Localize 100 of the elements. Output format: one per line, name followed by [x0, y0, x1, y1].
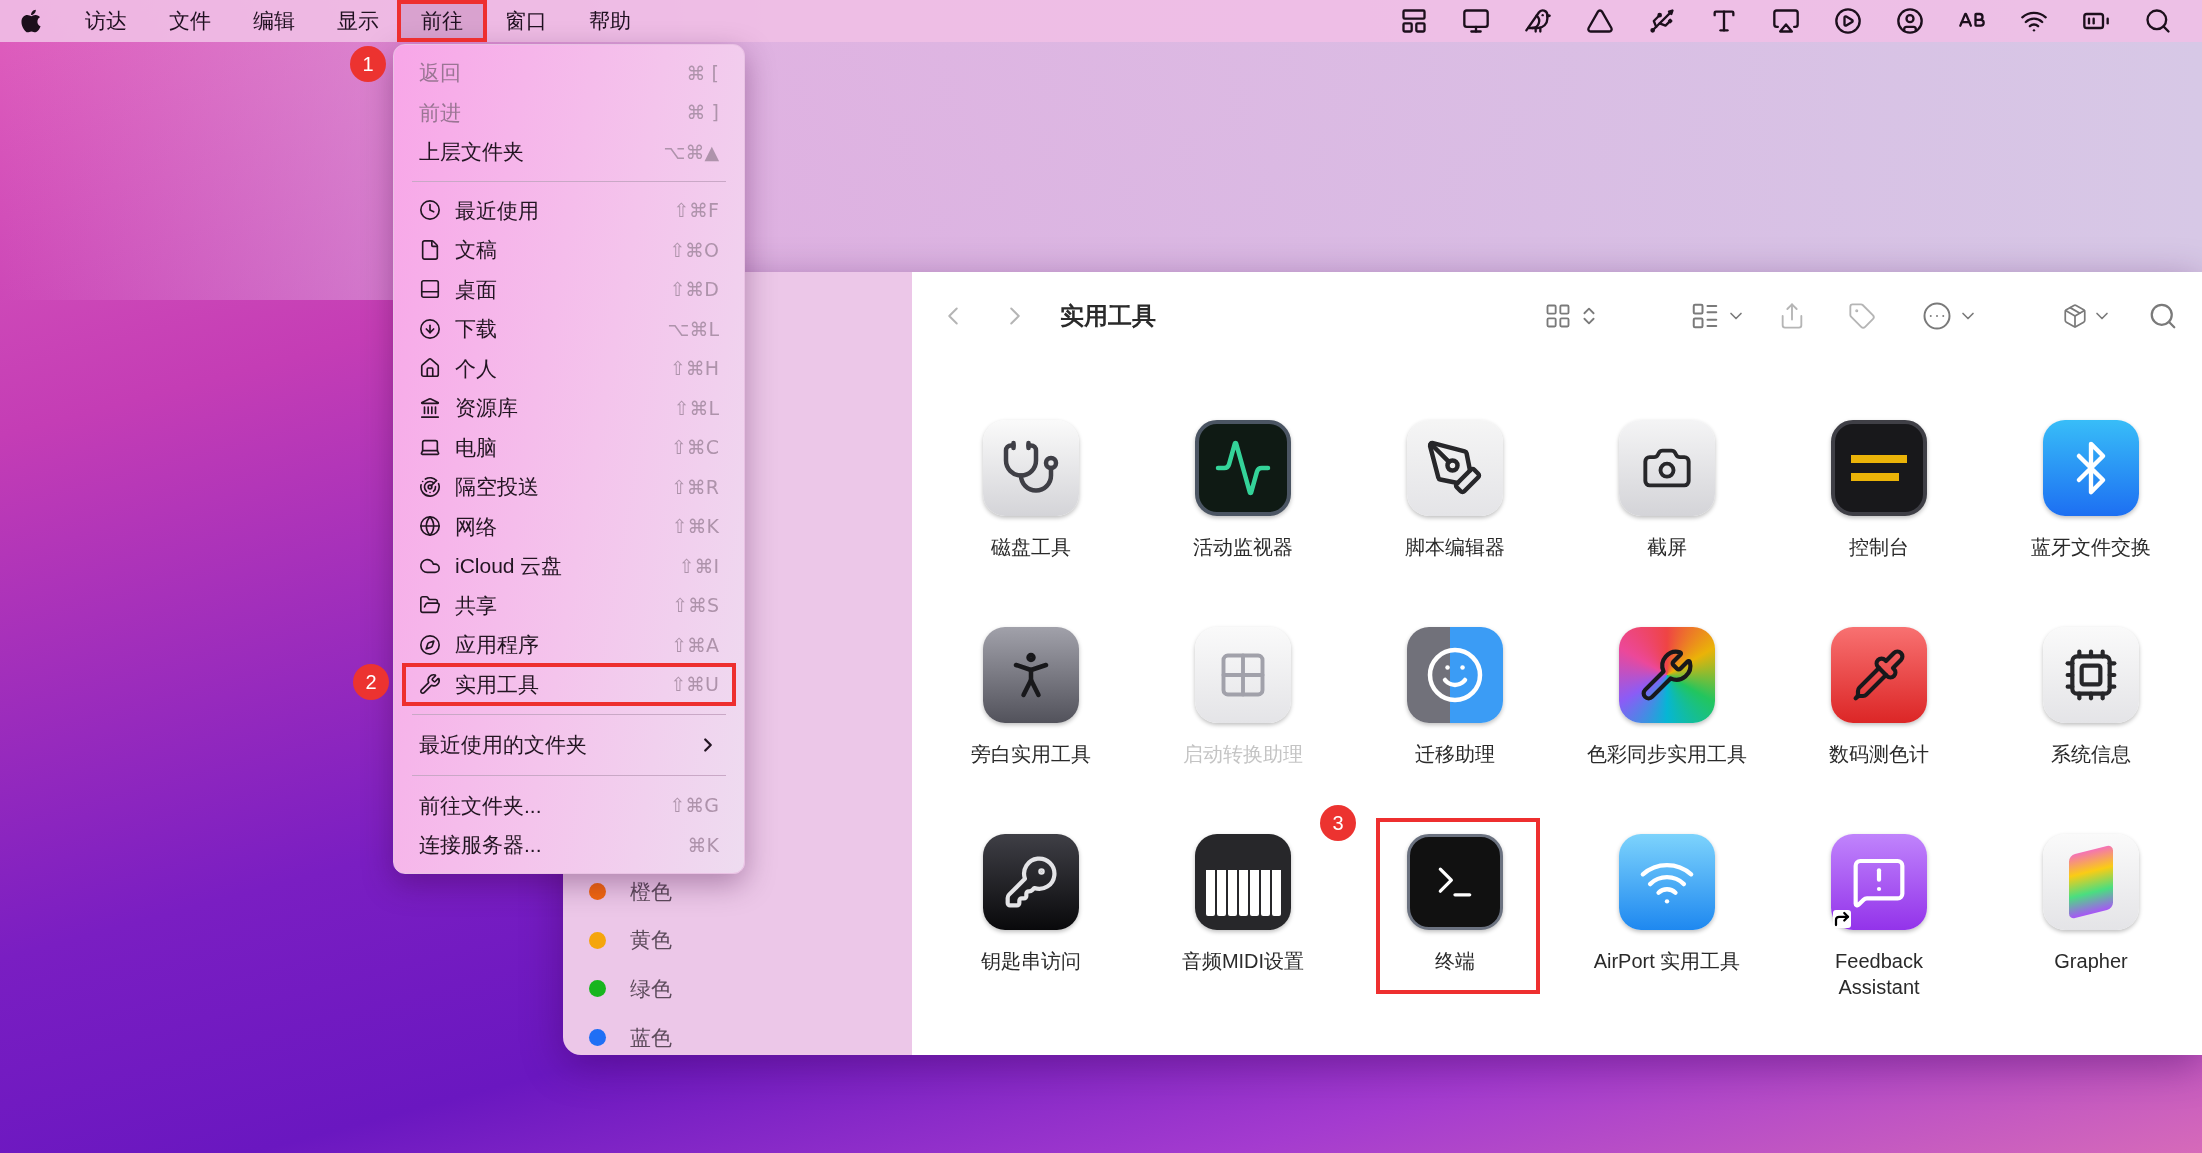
clock-icon: [419, 199, 441, 222]
sidebar-item[interactable]: 黄色: [630, 924, 672, 956]
pen-icon[interactable]: [1407, 420, 1503, 516]
menu-item[interactable]: 资源库 ⇧⌘L: [404, 388, 734, 428]
download-icon: [419, 317, 441, 340]
menu-item[interactable]: 应用程序 ⇧⌘A: [404, 625, 734, 665]
stethoscope-icon[interactable]: [983, 420, 1079, 516]
menu-item[interactable]: iCloud 云盘 ⇧⌘I: [404, 546, 734, 586]
menu-item[interactable]: 电脑 ⇧⌘C: [404, 427, 734, 467]
shortcut-label: ⌥⌘▲: [663, 139, 719, 165]
monitor-icon[interactable]: [1462, 7, 1490, 35]
face-icon[interactable]: [1407, 627, 1503, 723]
bluetooth-icon[interactable]: [2043, 420, 2139, 516]
menu-item[interactable]: 上层文件夹 ⌥⌘▲: [404, 132, 734, 172]
shortcut-label: ⇧⌘R: [670, 474, 719, 500]
box-icon[interactable]: [2062, 303, 2088, 329]
menu-item[interactable]: 实用工具 ⇧⌘U: [404, 664, 734, 704]
bird-icon[interactable]: [1524, 7, 1552, 35]
menu-item[interactable]: 下载 ⌥⌘L: [404, 309, 734, 349]
camera-icon[interactable]: [1619, 420, 1715, 516]
menu-item[interactable]: 前往文件夹... ⇧⌘G: [404, 785, 734, 825]
usb-icon[interactable]: [1648, 7, 1676, 35]
shortcut-label: ⇧⌘A: [671, 632, 719, 658]
shortcut-label: ⇧⌘H: [669, 356, 719, 381]
app-label: 系统信息: [2051, 742, 2131, 767]
app-label: 磁盘工具: [991, 535, 1071, 560]
shortcut-label: ⇧⌘D: [669, 277, 719, 302]
app-label: 截屏: [1647, 535, 1687, 560]
menu-bar-item[interactable]: 窗口: [484, 0, 568, 42]
airdrop-icon: [419, 475, 441, 498]
group-icon[interactable]: [1690, 301, 1720, 331]
menu-bar-item[interactable]: 编辑: [232, 0, 316, 42]
sidebar-item[interactable]: 橙色: [630, 875, 672, 908]
app-label: 控制台: [1849, 535, 1909, 560]
shortcut-label: ⌘ [: [686, 60, 719, 86]
color-meter-icon[interactable]: [1831, 627, 1927, 723]
app-label: 脚本编辑器: [1405, 535, 1505, 560]
piano-icon[interactable]: [1195, 834, 1291, 930]
home-icon: [419, 357, 441, 380]
search-icon[interactable]: [2144, 7, 2172, 35]
desktop-icon: [419, 278, 441, 301]
tools-icon: [419, 673, 441, 696]
triangle-icon[interactable]: [1586, 7, 1614, 35]
menu-item[interactable]: 最近使用的文件夹: [404, 725, 734, 765]
icon-view-icon[interactable]: [1544, 302, 1572, 330]
shortcut-label: ⇧⌘O: [669, 237, 719, 263]
menu-bar-item[interactable]: 帮助: [568, 0, 652, 42]
pulse-monitor-icon[interactable]: [1195, 420, 1291, 516]
app-label: 启动转换助理: [1183, 742, 1303, 767]
globe-icon: [419, 515, 441, 538]
menu-item[interactable]: 网络 ⇧⌘K: [404, 506, 734, 546]
accessibility-icon[interactable]: [983, 627, 1079, 723]
shortcut-label: ⇧⌘L: [673, 395, 719, 421]
menu-item[interactable]: 隔空投送 ⇧⌘R: [404, 467, 734, 507]
menu-item[interactable]: 文稿 ⇧⌘O: [404, 230, 734, 270]
step-badge: 1: [350, 46, 386, 82]
app-label: 迁移助理: [1415, 742, 1495, 767]
airplay-icon[interactable]: [1772, 7, 1800, 35]
menu-bar-item[interactable]: 访达: [64, 0, 148, 42]
shortcut-label: ⇧⌘K: [671, 514, 719, 539]
app-label: Feedback Assistant: [1835, 949, 1923, 1000]
chip-icon[interactable]: [2043, 627, 2139, 723]
keys-icon[interactable]: [983, 834, 1079, 930]
app-label: 活动监视器: [1193, 535, 1293, 560]
play-icon[interactable]: [1834, 7, 1862, 35]
step-badge: 2: [353, 664, 389, 700]
sidebar-item[interactable]: 绿色: [630, 973, 672, 1005]
app-label: 旁白实用工具: [971, 742, 1091, 767]
app-label: AirPort 实用工具: [1593, 949, 1741, 974]
menu-item[interactable]: 共享 ⇧⌘S: [404, 585, 734, 625]
library-icon: [419, 396, 441, 419]
window-title: 实用工具: [1060, 301, 1156, 331]
user-icon[interactable]: [1896, 7, 1924, 35]
shortcut-label: ⇧⌘F: [673, 198, 719, 223]
shortcut-label: ⌘K: [687, 832, 719, 858]
menu-item[interactable]: 个人 ⇧⌘H: [404, 348, 734, 388]
app-label: 蓝牙文件交换: [2031, 535, 2151, 560]
shortcut-label: ⌥⌘L: [667, 316, 719, 342]
shortcut-label: ⇧⌘G: [669, 793, 719, 818]
menu-bar-item[interactable]: 显示: [316, 0, 400, 42]
menu-item[interactable]: 连接服务器... ⌘K: [404, 825, 734, 865]
app-label: Grapher: [2054, 949, 2128, 974]
shortcut-label: ⇧⌘C: [670, 435, 719, 460]
menu-item[interactable]: 最近使用 ⇧⌘F: [404, 190, 734, 230]
compass-icon: [419, 633, 441, 656]
shortcut-label: ⇧⌘I: [678, 553, 719, 579]
menu-bar-item[interactable]: 文件: [148, 0, 232, 42]
warning-screen-icon[interactable]: [1831, 420, 1927, 516]
app-label: 音频MIDI设置: [1181, 949, 1305, 974]
terminal-icon[interactable]: [1407, 834, 1503, 930]
color-wrench-icon[interactable]: [1619, 627, 1715, 723]
app-label: 数码测色计: [1829, 742, 1929, 767]
shortcut-label: ⌘ ]: [686, 100, 719, 125]
app-label: 色彩同步实用工具: [1587, 742, 1747, 767]
sidebar-item[interactable]: 蓝色: [630, 1021, 672, 1054]
more-icon[interactable]: [1922, 301, 1952, 331]
panel-icon[interactable]: [1400, 7, 1428, 35]
menu-item[interactable]: 桌面 ⇧⌘D: [404, 269, 734, 309]
graph-ribbon-icon[interactable]: [2043, 834, 2139, 930]
feedback-bubble-icon[interactable]: [1831, 834, 1927, 930]
